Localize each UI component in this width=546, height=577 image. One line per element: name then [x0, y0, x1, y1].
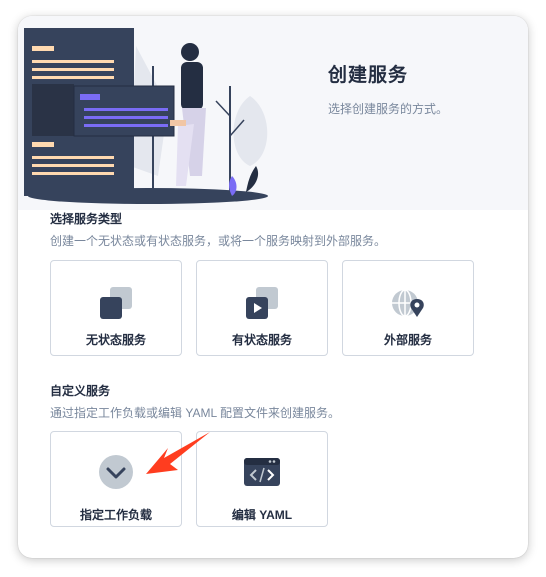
chevron-down-icon: [99, 455, 133, 489]
service-type-description: 创建一个无状态或有状态服务，或将一个服务映射到外部服务。: [50, 234, 387, 248]
stateful-service-icon: [246, 287, 278, 319]
dialog-title: 创建服务: [328, 65, 409, 86]
dialog-description: 选择创建服务的方式。: [328, 102, 449, 116]
custom-service-description: 通过指定工作负载或编辑 YAML 配置文件来创建服务。: [50, 406, 341, 420]
external-service-option[interactable]: 外部服务: [342, 260, 474, 356]
external-service-icon: [392, 289, 424, 317]
annotation-arrow: [146, 432, 210, 474]
custom-service-title: 自定义服务: [50, 384, 111, 398]
service-type-title: 选择服务类型: [50, 212, 123, 226]
stateless-service-option[interactable]: 无状态服务: [50, 260, 182, 356]
stateless-service-icon: [100, 287, 132, 319]
option-label: 指定工作负载: [79, 508, 152, 522]
dialog-banner: 创建服务 选择创建服务的方式。: [18, 16, 528, 210]
create-service-dialog: 创建服务 选择创建服务的方式。 选择服务类型 创建一个无状态或有状态服务，或将一…: [18, 16, 528, 558]
banner-illustration: [24, 28, 268, 204]
option-label: 编辑 YAML: [231, 508, 293, 522]
option-label: 外部服务: [383, 333, 432, 347]
stateful-service-option[interactable]: 有状态服务: [196, 260, 328, 356]
option-label: 有状态服务: [231, 333, 292, 347]
code-editor-icon: [244, 458, 280, 486]
option-label: 无状态服务: [85, 333, 146, 347]
edit-yaml-option[interactable]: 编辑 YAML: [196, 431, 328, 527]
